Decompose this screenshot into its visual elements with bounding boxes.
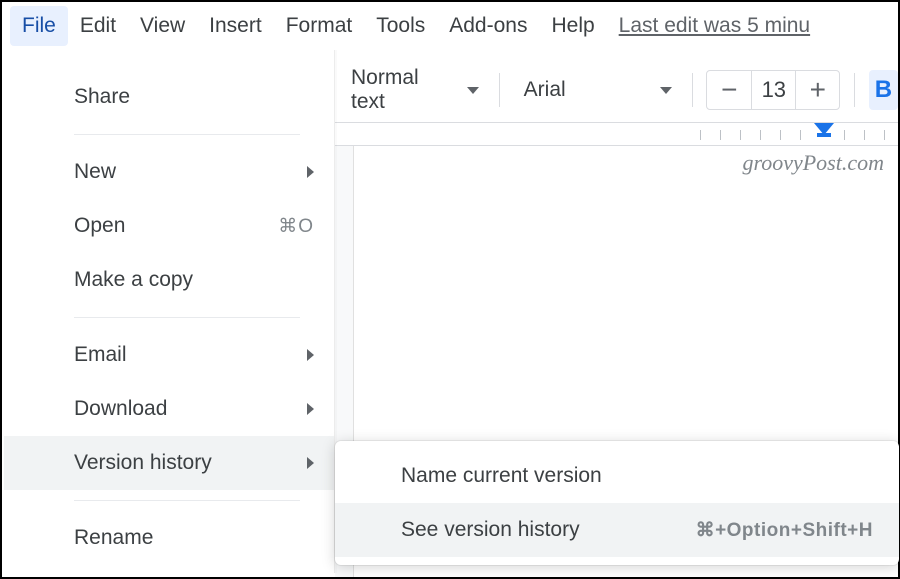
menu-format[interactable]: Format [274,6,365,46]
bold-button[interactable]: B [869,70,898,110]
menu-insert-label: Insert [209,14,262,37]
submenu-arrow-icon [307,457,314,469]
watermark-text: groovyPost.com [742,150,884,176]
menubar: File Edit View Insert Format Tools Add-o… [2,2,898,50]
menu-insert[interactable]: Insert [197,6,274,46]
file-menu-email[interactable]: Email [4,328,334,382]
menu-view[interactable]: View [128,6,197,46]
file-menu-dropdown: Share New Open ⌘O Make a copy Email Down… [4,50,335,573]
font-size-stepper: − 13 + [706,70,840,110]
menu-help[interactable]: Help [539,6,606,46]
menu-tools[interactable]: Tools [364,6,437,46]
file-menu-new[interactable]: New [4,145,334,199]
menu-view-label: View [140,14,185,37]
submenu-arrow-icon [307,166,314,178]
toolbar-separator [499,73,500,107]
font-size-value-cell[interactable]: 13 [751,71,795,109]
menu-tools-label: Tools [376,14,425,37]
menu-addons-label: Add-ons [449,14,527,37]
file-menu-download-label: Download [74,397,167,421]
file-menu-rename[interactable]: Rename [4,511,334,565]
paragraph-style-label: Normal text [351,66,449,114]
menu-edit-label: Edit [80,14,116,37]
chevron-down-icon [467,87,479,94]
menu-addons[interactable]: Add-ons [437,6,539,46]
font-size-value: 13 [762,77,786,103]
file-menu-share[interactable]: Share [4,70,334,124]
menu-divider [74,317,300,318]
toolbar: Normal text Arial − 13 + B [335,62,898,118]
minus-icon: − [721,74,737,106]
font-size-decrease[interactable]: − [707,71,751,109]
menu-file-label: File [22,14,56,37]
submenu-see-version-history[interactable]: See version history ⌘+Option+Shift+H [335,503,899,557]
file-menu-open[interactable]: Open ⌘O [4,199,334,253]
file-menu-version-history[interactable]: Version history [4,436,334,490]
file-menu-open-shortcut: ⌘O [278,215,314,238]
font-label: Arial [524,78,566,102]
ruler-inner: 1 2 [335,123,898,145]
toolbar-separator [854,73,855,107]
menu-edit[interactable]: Edit [68,6,128,46]
file-menu-share-label: Share [74,85,130,109]
submenu-see-version-history-label: See version history [401,518,580,542]
file-menu-version-history-label: Version history [74,451,212,475]
submenu-name-current-version-label: Name current version [401,464,602,488]
toolbar-separator [692,73,693,107]
ruler[interactable]: 1 2 [335,122,898,146]
file-menu-make-copy-label: Make a copy [74,268,193,292]
file-menu-new-label: New [74,160,116,184]
file-menu-rename-label: Rename [74,526,153,550]
chevron-down-icon [660,87,672,94]
menu-format-label: Format [286,14,353,37]
submenu-see-version-history-shortcut: ⌘+Option+Shift+H [696,519,873,542]
font-size-increase[interactable]: + [795,71,839,109]
version-history-submenu: Name current version See version history… [335,441,899,565]
menu-help-label: Help [551,14,594,37]
font-select[interactable]: Arial [514,70,678,110]
paragraph-style-select[interactable]: Normal text [341,70,485,110]
last-edit-label: Last edit was 5 minu [619,14,810,37]
submenu-arrow-icon [307,349,314,361]
menu-divider [74,134,300,135]
submenu-arrow-icon [307,403,314,415]
file-menu-email-label: Email [74,343,127,367]
last-edit-link[interactable]: Last edit was 5 minu [619,14,810,38]
file-menu-download[interactable]: Download [4,382,334,436]
plus-icon: + [810,74,826,106]
menu-divider [74,500,300,501]
menu-file[interactable]: File [10,6,68,46]
file-menu-open-label: Open [74,214,125,238]
file-menu-make-copy[interactable]: Make a copy [4,253,334,307]
indent-marker[interactable] [824,123,834,137]
bold-label: B [875,76,892,104]
indent-bar-icon [817,133,831,137]
submenu-name-current-version[interactable]: Name current version [335,449,899,503]
